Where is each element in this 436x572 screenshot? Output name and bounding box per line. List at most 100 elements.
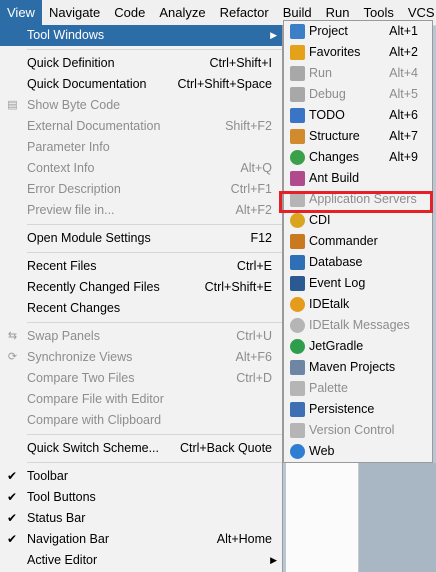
tool-window-idetalk-messages[interactable]: IDEtalk Messages xyxy=(284,315,432,336)
tool-window-ant-build[interactable]: Ant Build xyxy=(284,168,432,189)
menu-item-synchronize-views[interactable]: ⟳ Synchronize Views Alt+F6 xyxy=(0,347,282,368)
menu-item-label: Swap Panels xyxy=(27,329,100,343)
menu-item-label: Recently Changed Files xyxy=(27,280,160,294)
menu-item-label: Tool Windows xyxy=(27,28,105,42)
cdi-icon xyxy=(290,213,305,228)
menu-item-quick-documentation[interactable]: Quick Documentation Ctrl+Shift+Space xyxy=(0,74,282,95)
tool-window-run[interactable]: Run Alt+4 xyxy=(284,63,432,84)
menu-item-parameter-info[interactable]: Parameter Info xyxy=(0,137,282,158)
tool-window-changes[interactable]: Changes Alt+9 xyxy=(284,147,432,168)
menu-item-swap-panels[interactable]: ⇆ Swap Panels Ctrl+U xyxy=(0,326,282,347)
tool-window-label: IDEtalk Messages xyxy=(309,318,410,332)
menu-refactor[interactable]: Refactor xyxy=(213,0,276,25)
debug-icon xyxy=(290,87,305,102)
menu-item-active-editor[interactable]: Active Editor ▶ xyxy=(0,550,282,571)
ant-icon xyxy=(290,171,305,186)
menu-item-quick-definition[interactable]: Quick Definition Ctrl+Shift+I xyxy=(0,53,282,74)
menu-item-shortcut: Ctrl+Shift+Space xyxy=(177,77,273,91)
tool-window-debug[interactable]: Debug Alt+5 xyxy=(284,84,432,105)
menu-item-label: Synchronize Views xyxy=(27,350,133,364)
menu-item-tool-buttons[interactable]: ✔ Tool Buttons xyxy=(0,487,282,508)
maven-icon xyxy=(290,360,305,375)
jetgradle-icon xyxy=(290,339,305,354)
menu-item-compare-with-clipboard[interactable]: Compare with Clipboard xyxy=(0,410,282,431)
menu-item-label: Quick Documentation xyxy=(27,77,147,91)
tool-window-project[interactable]: Project Alt+1 xyxy=(284,21,432,42)
star-icon xyxy=(290,45,305,60)
menu-item-status-bar[interactable]: ✔ Status Bar xyxy=(0,508,282,529)
tool-window-commander[interactable]: Commander xyxy=(284,231,432,252)
tool-window-event-log[interactable]: Event Log xyxy=(284,273,432,294)
menu-item-error-description[interactable]: Error Description Ctrl+F1 xyxy=(0,179,282,200)
tool-window-jetgradle[interactable]: JetGradle xyxy=(284,336,432,357)
idetalk-icon xyxy=(290,297,305,312)
tool-window-palette[interactable]: Palette xyxy=(284,378,432,399)
persistence-icon xyxy=(290,402,305,417)
tool-window-label: Event Log xyxy=(309,276,366,290)
menu-item-compare-file-with-editor[interactable]: Compare File with Editor xyxy=(0,389,282,410)
checkmark-icon: ✔ xyxy=(7,469,18,483)
menu-item-label: Quick Switch Scheme... xyxy=(27,441,159,455)
menu-item-compare-two-files[interactable]: Compare Two Files Ctrl+D xyxy=(0,368,282,389)
menu-item-show-byte-code[interactable]: ▤ Show Byte Code xyxy=(0,95,282,116)
menu-item-shortcut: Alt+Home xyxy=(216,532,272,546)
menu-item-label: Active Editor xyxy=(27,553,98,567)
tool-window-idetalk[interactable]: IDEtalk xyxy=(284,294,432,315)
tool-window-cdi[interactable]: CDI xyxy=(284,210,432,231)
menu-item-quick-switch-scheme[interactable]: Quick Switch Scheme... Ctrl+Back Quote xyxy=(0,438,282,459)
tool-window-shortcut: Alt+5 xyxy=(389,87,418,101)
editor-area xyxy=(286,463,359,572)
menu-item-shortcut: Ctrl+D xyxy=(236,371,272,385)
menu-view[interactable]: View xyxy=(0,0,42,25)
tool-window-database[interactable]: Database xyxy=(284,252,432,273)
menu-item-preview-file-in[interactable]: Preview file in... Alt+F2 xyxy=(0,200,282,221)
event-log-icon xyxy=(290,276,305,291)
menu-item-toolbar[interactable]: ✔ Toolbar xyxy=(0,466,282,487)
menu-item-shortcut: Ctrl+Back Quote xyxy=(179,441,272,455)
tool-window-label: Favorites xyxy=(309,45,361,59)
tool-window-web[interactable]: Web xyxy=(284,441,432,462)
menu-item-external-documentation[interactable]: External Documentation Shift+F2 xyxy=(0,116,282,137)
menu-item-shortcut: Shift+F2 xyxy=(225,119,272,133)
menu-item-shortcut: Alt+F6 xyxy=(235,350,272,364)
tool-window-todo[interactable]: TODO Alt+6 xyxy=(284,105,432,126)
menu-item-context-info[interactable]: Context Info Alt+Q xyxy=(0,158,282,179)
menu-item-label: Error Description xyxy=(27,182,121,196)
tool-window-label: TODO xyxy=(309,108,345,122)
tool-window-label: Palette xyxy=(309,381,348,395)
menu-analyze[interactable]: Analyze xyxy=(152,0,212,25)
checkmark-icon: ✔ xyxy=(7,532,18,546)
tool-window-label: Version Control xyxy=(309,423,395,437)
menu-navigate[interactable]: Navigate xyxy=(42,0,107,25)
commander-icon xyxy=(290,234,305,249)
tool-window-label: Persistence xyxy=(309,402,375,416)
tool-window-maven-projects[interactable]: Maven Projects xyxy=(284,357,432,378)
menu-code[interactable]: Code xyxy=(107,0,152,25)
view-menu-dropdown: Tool Windows ▶ Quick Definition Ctrl+Shift+… xyxy=(0,25,283,572)
tool-window-favorites[interactable]: Favorites Alt+2 xyxy=(284,42,432,63)
tool-window-label: JetGradle xyxy=(309,339,364,353)
tool-window-shortcut: Alt+6 xyxy=(389,108,418,122)
menu-item-recent-changes[interactable]: Recent Changes xyxy=(0,298,282,319)
menu-item-label: Recent Changes xyxy=(27,301,121,315)
menu-item-tool-windows[interactable]: Tool Windows ▶ xyxy=(0,25,282,46)
tool-window-label: Maven Projects xyxy=(309,360,396,374)
synchronize-icon: ⟳ xyxy=(7,351,18,363)
menu-item-shortcut: Ctrl+U xyxy=(236,329,272,343)
menu-item-label: Tool Buttons xyxy=(27,490,96,504)
tool-window-version-control[interactable]: Version Control xyxy=(284,420,432,441)
tool-window-structure[interactable]: Structure Alt+7 xyxy=(284,126,432,147)
tool-window-label: CDI xyxy=(309,213,331,227)
checkmark-icon: ✔ xyxy=(7,490,18,504)
menu-item-label: Context Info xyxy=(27,161,95,175)
tool-window-label: Ant Build xyxy=(309,171,360,185)
menu-item-recent-files[interactable]: Recent Files Ctrl+E xyxy=(0,256,282,277)
menu-item-navigation-bar[interactable]: ✔ Navigation Bar Alt+Home xyxy=(0,529,282,550)
menu-item-open-module-settings[interactable]: Open Module Settings F12 xyxy=(0,228,282,249)
tool-window-label: Database xyxy=(309,255,363,269)
menu-item-recently-changed-files[interactable]: Recently Changed Files Ctrl+Shift+E xyxy=(0,277,282,298)
submenu-arrow-icon: ▶ xyxy=(270,30,277,40)
menu-item-label: Compare File with Editor xyxy=(27,392,164,406)
tool-window-persistence[interactable]: Persistence xyxy=(284,399,432,420)
submenu-arrow-icon: ▶ xyxy=(270,555,277,565)
